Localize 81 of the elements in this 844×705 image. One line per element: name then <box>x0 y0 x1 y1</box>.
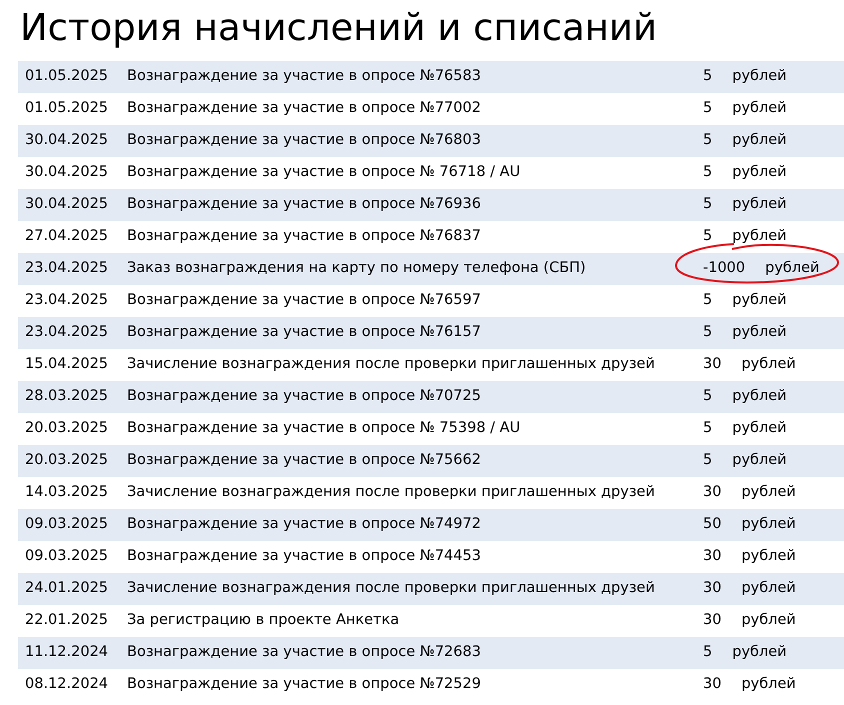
amount-text: 5 <box>703 323 712 342</box>
currency-text: рублей <box>741 611 796 630</box>
amount-text: 5 <box>703 419 712 438</box>
date-cell: 22.01.2025 <box>25 612 108 628</box>
amount-text: 5 <box>703 451 712 470</box>
amount-text: 5 <box>703 291 712 310</box>
currency-text: рублей <box>741 547 796 566</box>
description-cell: Заказ вознаграждения на карту по номеру телефона (СБП) <box>127 260 586 276</box>
description-cell: Вознаграждение за участие в опросе №74453 <box>127 548 481 564</box>
description-cell: Вознаграждение за участие в опросе №74972 <box>127 516 481 532</box>
description-cell: За регистрацию в проекте Анкетка <box>127 612 400 628</box>
description-cell: Вознаграждение за участие в опросе №76803 <box>127 132 481 148</box>
amount-text: 30 <box>703 355 722 374</box>
date-cell: 08.12.2024 <box>25 676 108 692</box>
date-cell: 01.05.2025 <box>25 68 108 84</box>
date-cell: 15.04.2025 <box>25 356 108 372</box>
description-cell: Зачисление вознаграждения после проверки приглашенных друзей <box>127 356 655 372</box>
amount-text: 50 <box>703 515 722 534</box>
date-cell: 20.03.2025 <box>25 452 108 468</box>
description-cell: Вознаграждение за участие в опросе №72529 <box>127 676 481 692</box>
description-cell: Вознаграждение за участие в опросе №76583 <box>127 68 481 84</box>
amount-text: 5 <box>703 643 712 662</box>
currency-text: рублей <box>732 131 787 150</box>
currency-text: рублей <box>732 643 787 662</box>
date-cell: 11.12.2024 <box>25 644 108 660</box>
date-cell: 20.03.2025 <box>25 420 108 436</box>
currency-text: рублей <box>732 227 787 246</box>
description-cell: Вознаграждение за участие в опросе №76936 <box>127 196 481 212</box>
date-cell: 30.04.2025 <box>25 164 108 180</box>
description-cell: Вознаграждение за участие в опросе №76837 <box>127 228 481 244</box>
currency-text: рублей <box>765 259 820 278</box>
amount-text: 30 <box>703 675 722 694</box>
currency-text: рублей <box>741 355 796 374</box>
amount-text: 5 <box>703 387 712 406</box>
currency-text: рублей <box>732 99 787 118</box>
date-cell: 27.04.2025 <box>25 228 108 244</box>
description-cell: Вознаграждение за участие в опросе №77002 <box>127 100 481 116</box>
amount-text: 30 <box>703 547 722 566</box>
amount-text: 5 <box>703 163 712 182</box>
currency-text: рублей <box>741 675 796 694</box>
amount-text: -1000 <box>703 259 746 278</box>
date-cell: 23.04.2025 <box>25 324 108 340</box>
description-cell: Вознаграждение за участие в опросе №76597 <box>127 292 481 308</box>
date-cell: 30.04.2025 <box>25 196 108 212</box>
amount-text: 5 <box>703 195 712 214</box>
currency-text: рублей <box>741 579 796 598</box>
amount-text: 30 <box>703 483 722 502</box>
currency-text: рублей <box>732 291 787 310</box>
date-cell: 23.04.2025 <box>25 292 108 308</box>
amount-text: 5 <box>703 227 712 246</box>
currency-text: рублей <box>732 323 787 342</box>
date-cell: 01.05.2025 <box>25 100 108 116</box>
currency-text: рублей <box>732 387 787 406</box>
description-cell: Вознаграждение за участие в опросе №72683 <box>127 644 481 660</box>
amount-text: 30 <box>703 579 722 598</box>
amount-text: 5 <box>703 67 712 86</box>
date-cell: 28.03.2025 <box>25 388 108 404</box>
page-title: История начислений и списаний <box>20 5 658 51</box>
date-cell: 09.03.2025 <box>25 548 108 564</box>
amount-text: 30 <box>703 611 722 630</box>
currency-text: рублей <box>732 419 787 438</box>
date-cell: 14.03.2025 <box>25 484 108 500</box>
currency-text: рублей <box>741 483 796 502</box>
currency-text: рублей <box>732 163 787 182</box>
description-cell: Вознаграждение за участие в опросе № 76718 / AU <box>127 164 520 180</box>
currency-text: рублей <box>732 451 787 470</box>
currency-text: рублей <box>732 67 787 86</box>
date-cell: 30.04.2025 <box>25 132 108 148</box>
description-cell: Вознаграждение за участие в опросе №70725 <box>127 388 481 404</box>
description-cell: Зачисление вознаграждения после проверки приглашенных друзей <box>127 484 655 500</box>
date-cell: 09.03.2025 <box>25 516 108 532</box>
description-cell: Вознаграждение за участие в опросе №75662 <box>127 452 481 468</box>
currency-text: рублей <box>732 195 787 214</box>
description-cell: Зачисление вознаграждения после проверки приглашенных друзей <box>127 580 655 596</box>
date-cell: 23.04.2025 <box>25 260 108 276</box>
description-cell: Вознаграждение за участие в опросе № 75398 / AU <box>127 420 520 436</box>
amount-text: 5 <box>703 99 712 118</box>
date-cell: 24.01.2025 <box>25 580 108 596</box>
description-cell: Вознаграждение за участие в опросе №76157 <box>127 324 481 340</box>
currency-text: рублей <box>741 515 796 534</box>
amount-text: 5 <box>703 131 712 150</box>
